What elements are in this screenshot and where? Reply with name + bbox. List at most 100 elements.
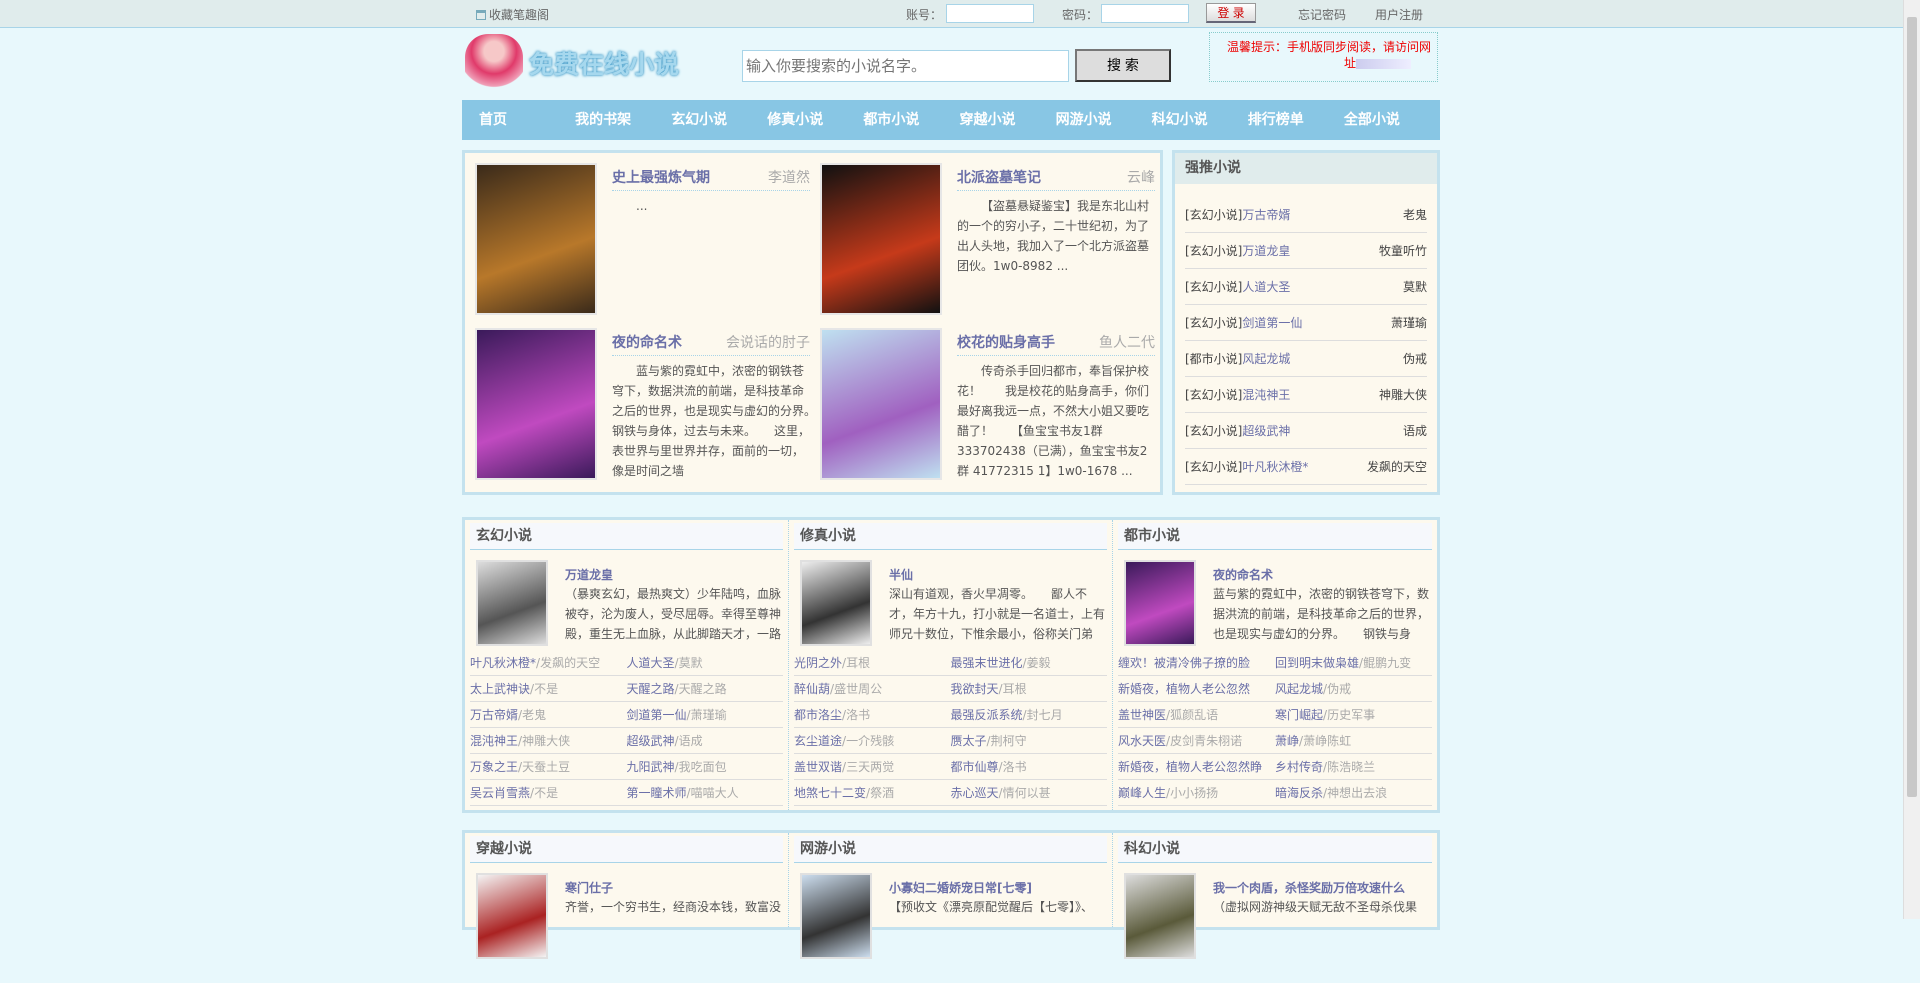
book-link[interactable]: 剑道第一仙	[1242, 316, 1302, 330]
register-link[interactable]: 用户注册	[1375, 6, 1423, 23]
book-cover[interactable]	[800, 873, 872, 959]
book-title[interactable]: 小寡妇二婚娇宠日常[七零]	[889, 879, 1032, 896]
bookmark-link[interactable]: 收藏笔趣阁	[476, 6, 549, 23]
book-link[interactable]: 混沌神王	[470, 734, 518, 748]
book-link[interactable]: 万古帝婿	[1242, 208, 1290, 222]
nav-item[interactable]: 玄幻小说	[671, 100, 767, 140]
book-description: 深山有道观，香火早凋零。 鄙人不才，年方十九，打小就是一名道士，上有师兄十数位，…	[889, 587, 1106, 641]
book-link[interactable]: 太上武神诀	[470, 682, 530, 696]
password-input[interactable]	[1101, 4, 1189, 23]
list-item: 赝太子/荆柯守	[950, 728, 1107, 754]
book-link[interactable]: 剑道第一仙	[627, 708, 687, 722]
book-title[interactable]: 半仙	[889, 566, 913, 583]
book-title[interactable]: 北派盗墓笔记	[957, 167, 1041, 187]
book-title[interactable]: 寒门仕子	[565, 879, 613, 896]
category-column: 科幻小说 我一个肉盾，杀怪奖励万倍攻速什么 （虚拟网游神级天赋无敌不圣母杀伐果	[1113, 833, 1437, 959]
nav-item[interactable]: 全部小说	[1344, 100, 1440, 140]
book-author: /洛书	[842, 708, 871, 722]
book-link[interactable]: 暗海反杀	[1275, 786, 1323, 800]
book-title[interactable]: 校花的贴身高手	[957, 332, 1055, 352]
book-link[interactable]: 第一瞳术师	[627, 786, 687, 800]
book-link[interactable]: 风起龙城	[1242, 352, 1290, 366]
author-name: 狐颜乱语	[1170, 708, 1219, 722]
book-cover[interactable]	[1124, 873, 1196, 959]
nav-item[interactable]: 修真小说	[767, 100, 863, 140]
book-link[interactable]: 万道龙皇	[1242, 244, 1290, 258]
category-title: 网游小说	[794, 836, 1107, 863]
book-cover[interactable]	[820, 328, 942, 480]
book-link[interactable]: 新婚夜，植物人老公忽然	[1118, 682, 1250, 696]
bookmark-label: 收藏笔趣阁	[489, 8, 550, 22]
search-button[interactable]: 搜 索	[1075, 49, 1171, 82]
book-link[interactable]: 乡村传奇	[1275, 760, 1323, 774]
book-link[interactable]: 万象之王	[470, 760, 518, 774]
book-link[interactable]: 都市仙尊	[951, 760, 999, 774]
nav-item[interactable]: 首页	[479, 100, 575, 140]
book-link[interactable]: 寒门崛起	[1275, 708, 1323, 722]
book-link[interactable]: 混沌神王	[1242, 388, 1290, 402]
book-cover[interactable]	[800, 560, 872, 646]
author-name: 神雕大侠	[522, 734, 571, 748]
book-link[interactable]: 叶凡秋沐橙*	[1242, 460, 1308, 474]
book-link[interactable]: 风水天医	[1118, 734, 1166, 748]
book-cover[interactable]	[475, 163, 597, 315]
book-link[interactable]: 地煞七十二变	[794, 786, 866, 800]
divider	[612, 355, 810, 356]
book-link[interactable]: 我欲封天	[951, 682, 999, 696]
book-cover[interactable]	[476, 560, 548, 646]
book-link[interactable]: 超级武神	[1242, 424, 1290, 438]
book-author: /天蚕土豆	[518, 760, 571, 774]
book-link[interactable]: 万古帝婿	[470, 708, 518, 722]
scrollbar-thumb[interactable]	[1907, 17, 1917, 797]
book-author: /狐颜乱语	[1166, 708, 1219, 722]
nav-item[interactable]: 穿越小说	[959, 100, 1055, 140]
recommended-entry: [玄幻小说]叶凡秋沐橙*	[1185, 449, 1308, 484]
recommended-entry: [玄幻小说]剑道第一仙	[1185, 305, 1302, 340]
category-column: 修真小说 半仙 深山有道观，香火早凋零。 鄙人不才，年方十九，打小就是一名道士，上有…	[789, 520, 1113, 810]
book-link[interactable]: 玄尘道途	[794, 734, 842, 748]
book-link[interactable]: 吴云肖雪燕	[470, 786, 530, 800]
book-link[interactable]: 盖世双谐	[794, 760, 842, 774]
book-title[interactable]: 夜的命名术	[1213, 566, 1273, 583]
book-link[interactable]: 赝太子	[951, 734, 987, 748]
book-link[interactable]: 醉仙葫	[794, 682, 830, 696]
book-link[interactable]: 盖世神医	[1118, 708, 1166, 722]
account-input[interactable]	[946, 4, 1034, 23]
book-cover[interactable]	[476, 873, 548, 959]
category-top-book: 夜的命名术 蓝与紫的霓虹中，浓密的钢铁苍穹下，数据洪流的前端，是科技革命之后的世界…	[1118, 560, 1432, 670]
book-link[interactable]: 最强反派系统	[951, 708, 1023, 722]
nav-item[interactable]: 都市小说	[863, 100, 959, 140]
book-link[interactable]: 九阳武神	[627, 760, 675, 774]
book-link[interactable]: 巅峰人生	[1118, 786, 1166, 800]
notice-box: 温馨提示：手机版同步阅读，请访问网 址	[1209, 32, 1438, 82]
book-link[interactable]: 天醒之路	[627, 682, 675, 696]
book-title[interactable]: 夜的命名术	[612, 332, 682, 352]
book-link[interactable]: 萧峥	[1275, 734, 1299, 748]
nav-item[interactable]: 我的书架	[575, 100, 671, 140]
book-link[interactable]: 超级武神	[627, 734, 675, 748]
search-input[interactable]	[742, 50, 1069, 82]
book-author: 莫默	[1402, 280, 1427, 294]
book-link[interactable]: 赤心巡天	[951, 786, 999, 800]
book-link[interactable]: 风起龙城	[1275, 682, 1323, 696]
login-button[interactable]: 登 录	[1206, 3, 1256, 23]
scrollbar[interactable]	[1903, 0, 1920, 919]
nav-item[interactable]: 网游小说	[1056, 100, 1152, 140]
nav-item[interactable]: 科幻小说	[1152, 100, 1248, 140]
book-link[interactable]: 都市洛尘	[794, 708, 842, 722]
book-title[interactable]: 万道龙皇	[565, 566, 613, 583]
category-column: 网游小说 小寡妇二婚娇宠日常[七零] 【预收文《漂亮原配觉醒后【七零】》、	[789, 833, 1113, 959]
book-cover[interactable]	[1124, 560, 1196, 646]
book-title[interactable]: 我一个肉盾，杀怪奖励万倍攻速什么	[1213, 879, 1405, 896]
book-cover[interactable]	[820, 163, 942, 315]
forgot-password-link[interactable]: 忘记密码	[1298, 6, 1346, 23]
book-title[interactable]: 史上最强炼气期	[612, 167, 710, 187]
book-author: 老鬼	[1402, 208, 1427, 222]
author-name: 神想出去浪	[1327, 786, 1388, 800]
site-logo[interactable]: 免费在线小说	[465, 34, 679, 92]
book-cover[interactable]	[475, 328, 597, 480]
nav-item[interactable]: 排行榜单	[1248, 100, 1344, 140]
book-description: （暴爽玄幻，最热爽文）少年陆鸣，血脉被夺，沦为废人，受尽屈辱。幸得至尊神殿，重生…	[565, 587, 782, 641]
book-link[interactable]: 人道大圣	[1242, 280, 1290, 294]
book-link[interactable]: 新婚夜，植物人老公忽然睁	[1118, 760, 1262, 774]
